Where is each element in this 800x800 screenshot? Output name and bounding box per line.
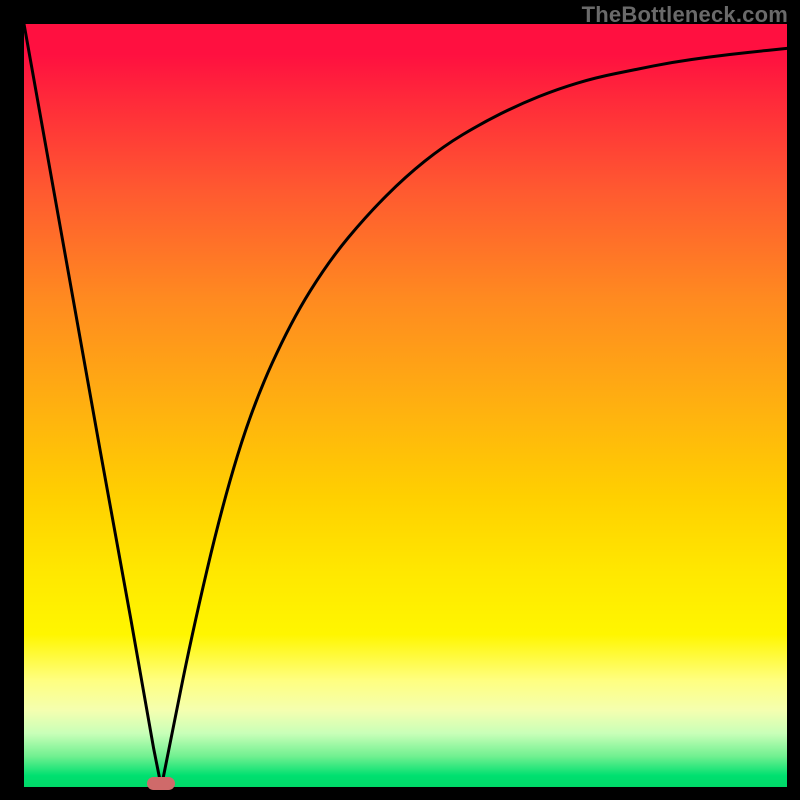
bottleneck-curve: [24, 24, 787, 787]
chart-frame: TheBottleneck.com: [0, 0, 800, 800]
optimum-marker: [147, 777, 175, 790]
plot-area: [24, 24, 787, 787]
watermark-label: TheBottleneck.com: [582, 2, 788, 28]
